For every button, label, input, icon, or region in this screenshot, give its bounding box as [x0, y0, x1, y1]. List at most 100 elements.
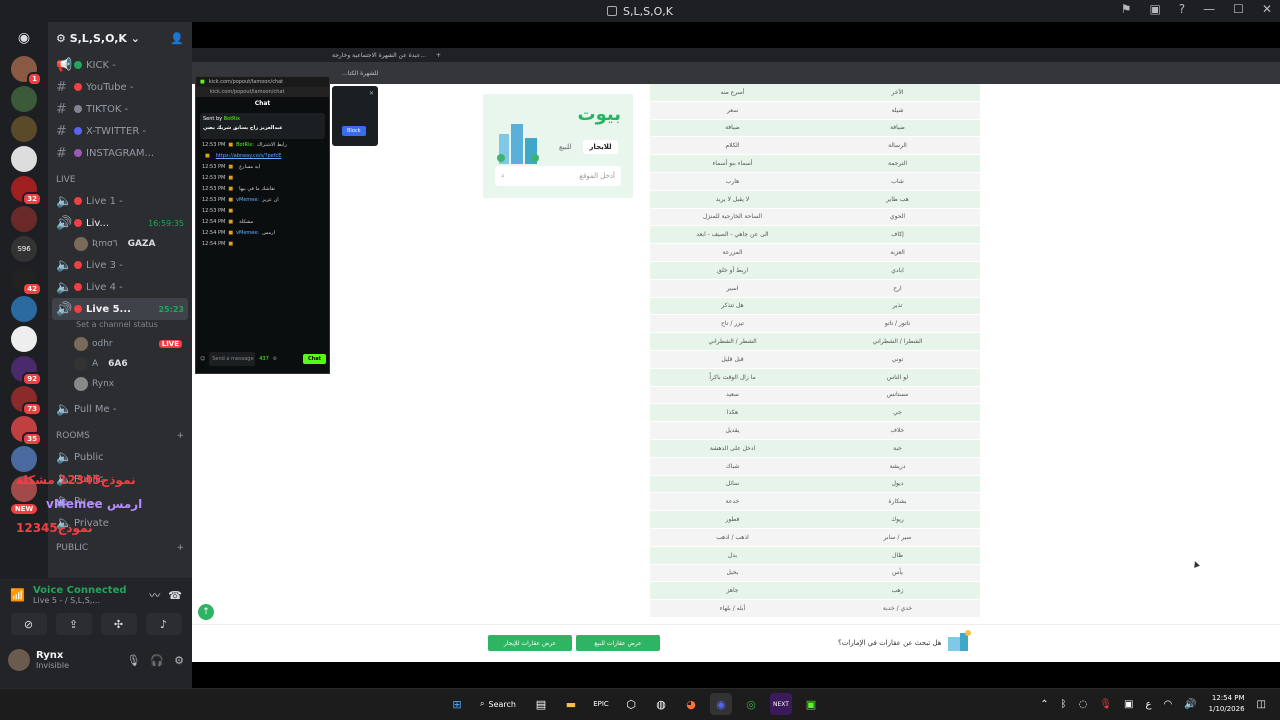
app-icon[interactable]: ⬡: [620, 693, 642, 715]
wifi-icon[interactable]: ◠: [1163, 699, 1172, 710]
app-tray-icon[interactable]: ▣: [1124, 699, 1133, 710]
voice-member[interactable]: Ʀmσ٦ GAZA: [48, 234, 192, 254]
new-tab-icon[interactable]: +: [436, 52, 441, 59]
language-indicator[interactable]: ع: [1145, 699, 1151, 710]
chat-message[interactable]: 12:53 PM ■ ايه مسارع: [196, 163, 329, 174]
browser-tab[interactable]: عبدة عن الشهرة الاجتماعية وخارجة...: [332, 52, 426, 59]
chat-message[interactable]: 12:53 PM ■ vMemee: ان عزيز: [196, 196, 329, 207]
server-icon[interactable]: 35: [11, 416, 42, 446]
gear-icon[interactable]: ⚙: [273, 356, 277, 362]
app-icon[interactable]: ▣: [800, 693, 822, 715]
activities-button[interactable]: ✣: [100, 613, 137, 635]
channel-tiktok[interactable]: # TIKTOK -: [48, 98, 192, 120]
epic-games-icon[interactable]: EPIC: [590, 693, 612, 715]
chat-message[interactable]: 12:54 PM ■ مشكلة: [196, 218, 329, 229]
emoji-icon[interactable]: ☺: [200, 356, 205, 362]
server-icon[interactable]: S96: [11, 236, 37, 262]
voice-connected-label[interactable]: Voice Connected: [33, 585, 127, 596]
channel-youtube[interactable]: # YouTube -: [48, 76, 192, 98]
help-icon[interactable]: ?: [1179, 2, 1185, 16]
voice-channel-live-5[interactable]: 🔊 Live 5... 25:23: [52, 298, 188, 320]
screen-icon[interactable]: ▣: [1149, 2, 1160, 16]
server-icon[interactable]: [11, 146, 37, 172]
rent-listings-button[interactable]: عرض عقارات للإيجار: [488, 635, 572, 651]
headphones-icon[interactable]: 🎧: [150, 654, 164, 667]
server-icon[interactable]: 42: [11, 266, 42, 296]
chat-input[interactable]: Send a message: [209, 352, 256, 366]
close-button[interactable]: ✕: [1262, 2, 1272, 16]
server-icon[interactable]: [11, 116, 37, 142]
next-app-icon[interactable]: NEXT: [770, 693, 792, 715]
clock[interactable]: 12:54 PM 1/10/2026: [1209, 693, 1245, 715]
category-rooms[interactable]: ROOMS +: [48, 426, 192, 446]
chrome-icon[interactable]: ◎: [740, 693, 762, 715]
category-public[interactable]: PUBLIC +: [48, 538, 192, 558]
chat-message[interactable]: 12:53 PM ■ نقاشك ما في بيها: [196, 185, 329, 196]
channel-instagram[interactable]: # INSTAGRAM...: [48, 142, 192, 164]
microphone-icon[interactable]: 🎙: [126, 654, 140, 667]
channel-status[interactable]: Set a channel status: [48, 320, 192, 334]
bluetooth-icon[interactable]: ᛒ: [1061, 699, 1067, 710]
server-icon[interactable]: 92: [11, 356, 42, 386]
volume-icon[interactable]: 🔊: [1184, 699, 1196, 710]
server-icon[interactable]: [11, 296, 37, 322]
chat-message[interactable]: 12:53 PM ■: [196, 207, 329, 218]
sale-listings-button[interactable]: عرض عقارات للبيع: [576, 635, 660, 651]
chat-message[interactable]: ■ https://abneay.co/s/?pefcE: [196, 152, 329, 163]
voice-member[interactable]: odhr LIVE: [48, 334, 192, 354]
discord-icon[interactable]: ◉: [710, 693, 732, 715]
room-public-1[interactable]: 🔈 Public: [48, 446, 192, 468]
channel-kick[interactable]: 📢 KICK -: [48, 54, 192, 76]
firefox-icon[interactable]: ◕: [680, 693, 702, 715]
scroll-top-button[interactable]: ↑: [198, 604, 214, 620]
noise-suppression-icon[interactable]: 〰: [149, 587, 160, 603]
inbox-flag-icon[interactable]: ⚑: [1121, 2, 1132, 16]
site-logo[interactable]: بيوت: [578, 104, 621, 125]
maximize-button[interactable]: ☐: [1233, 2, 1244, 16]
soundboard-button[interactable]: ♪: [145, 613, 182, 635]
server-icon[interactable]: [11, 86, 37, 112]
voice-channel-pull-me[interactable]: 🔈 Pull Me -: [48, 398, 192, 420]
folder-icon[interactable]: ▬: [560, 693, 582, 715]
voice-channel-live-3[interactable]: 🔈 Live 3 -: [48, 254, 192, 276]
camera-off-button[interactable]: ⊘: [10, 613, 47, 635]
server-icon[interactable]: 1: [11, 56, 42, 86]
steam-icon[interactable]: ◍: [650, 693, 672, 715]
screen-share-button[interactable]: ⇪: [55, 613, 92, 635]
message-user[interactable]: vMemee:: [236, 230, 259, 239]
chat-message[interactable]: 12:53 PM ■: [196, 174, 329, 185]
message-user[interactable]: BotRix:: [236, 142, 254, 151]
block-button[interactable]: Block: [342, 126, 366, 136]
server-icon[interactable]: 32: [11, 176, 42, 206]
location-search-input[interactable]: ⌕ أدخل الموقع: [495, 166, 621, 186]
category-live[interactable]: Live: [48, 170, 192, 190]
channel-x-twitter[interactable]: # X-TWITTER -: [48, 120, 192, 142]
voice-channel-live-4[interactable]: 🔈 Live 4 -: [48, 276, 192, 298]
disconnect-icon[interactable]: ☎: [168, 589, 182, 602]
chat-send-button[interactable]: Chat: [303, 354, 326, 364]
avatar[interactable]: [8, 649, 30, 671]
tab-sale[interactable]: للبيع: [553, 140, 577, 154]
add-channel-icon[interactable]: +: [176, 543, 184, 553]
close-icon[interactable]: ✕: [369, 90, 374, 97]
server-icon[interactable]: 73: [11, 386, 42, 416]
tab-rent[interactable]: للايجار: [583, 140, 618, 154]
browser-address-bar[interactable]: ...للشهرة الكتا: [192, 62, 1280, 84]
server-header[interactable]: ⚙ S,L,S,O,K ⌄ 👤: [48, 22, 192, 54]
gear-icon[interactable]: ⚙: [174, 654, 184, 667]
voice-channel-live-2[interactable]: 🔊 Liv... 16:59:35: [48, 212, 192, 234]
user-panel[interactable]: Rynx Invisible 🎙 🎧 ⚙: [0, 643, 192, 677]
voice-channel-live-1[interactable]: 🔈 Live 1 -: [48, 190, 192, 212]
taskbar-search[interactable]: ⌕ Search: [476, 693, 522, 715]
minimize-button[interactable]: —: [1203, 2, 1215, 16]
voice-member[interactable]: Rynx: [48, 374, 192, 394]
server-icon[interactable]: [11, 326, 37, 352]
microphone-icon[interactable]: 🎙: [1099, 699, 1112, 710]
server-icon[interactable]: [11, 446, 37, 472]
chat-message[interactable]: 12:54 PM ■: [196, 240, 329, 251]
chat-message[interactable]: 12:53 PM ■ BotRix: رابط الاشتراك: [196, 141, 329, 152]
server-icon[interactable]: [11, 206, 37, 232]
pinned-message[interactable]: Sent by BotRix عبدالعزيز راح يسابق شريك …: [200, 113, 325, 139]
discord-home-icon[interactable]: ◉: [11, 28, 37, 48]
store-icon[interactable]: ▤: [530, 693, 552, 715]
